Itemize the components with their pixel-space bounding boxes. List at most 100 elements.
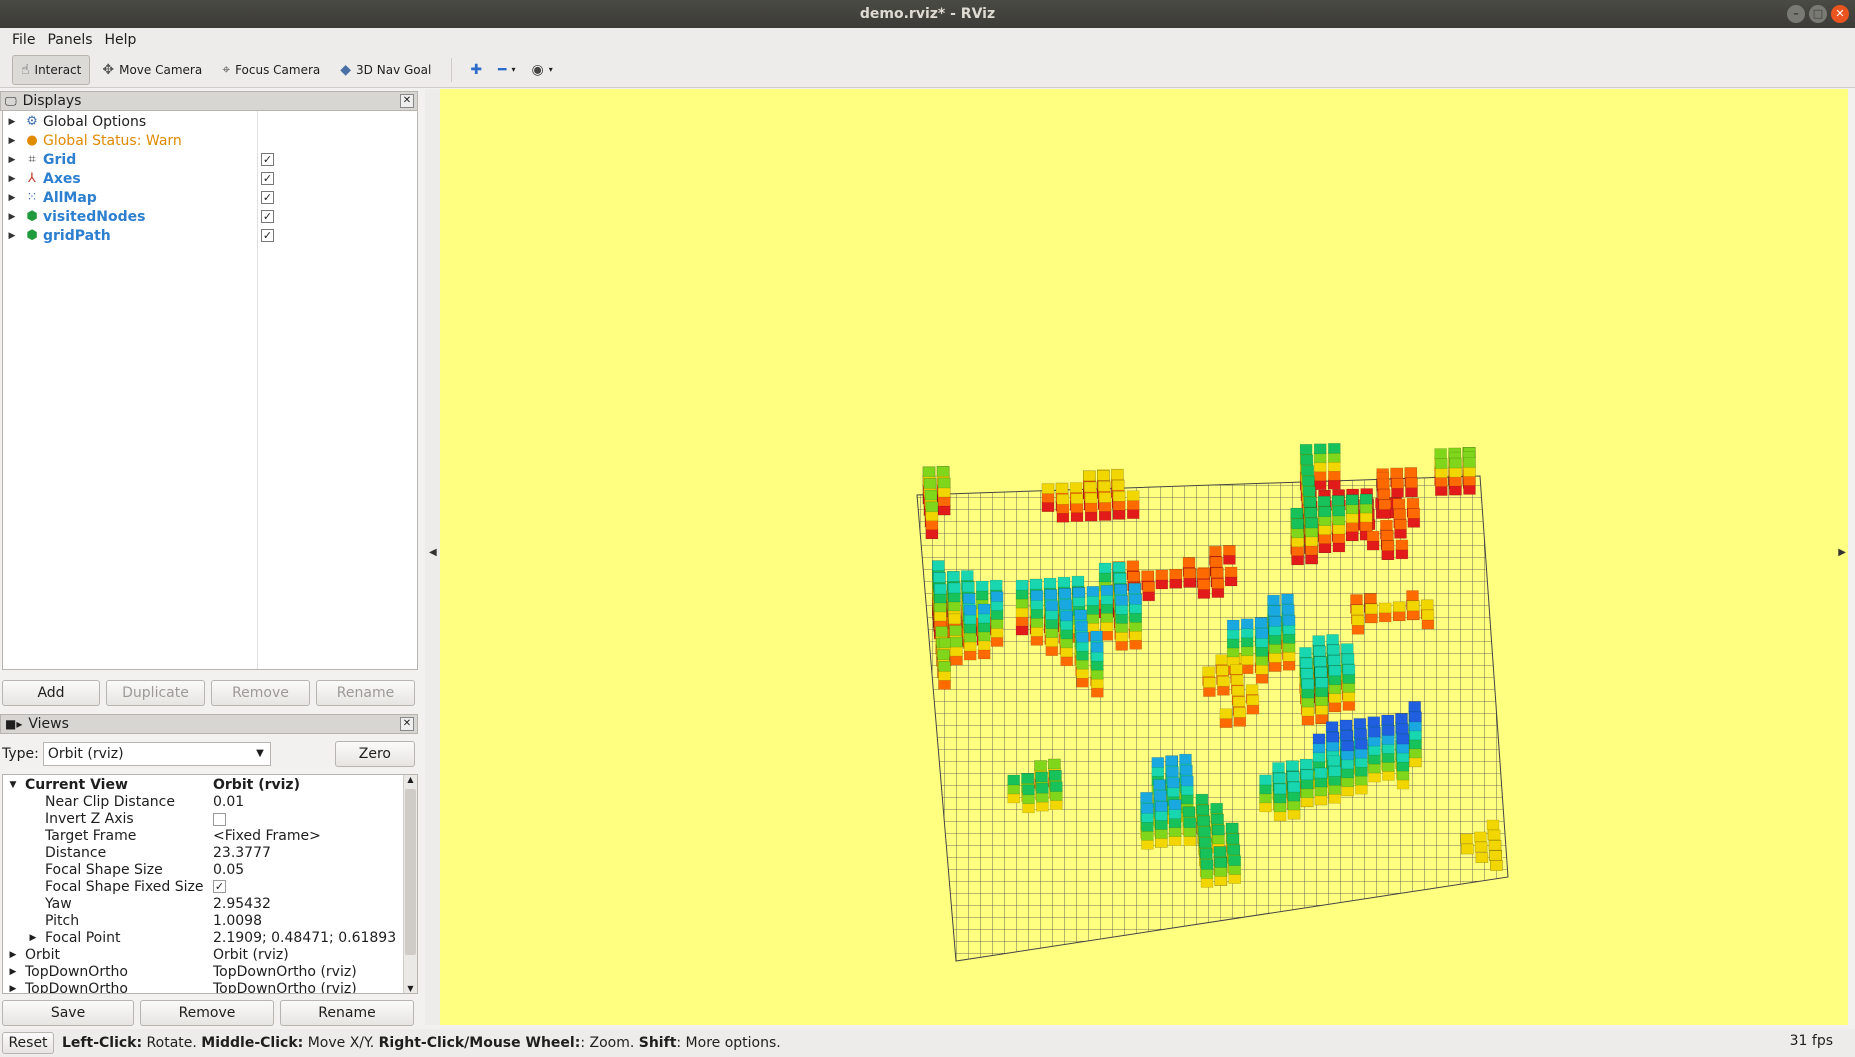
scroll-down-icon[interactable]: ▼ <box>404 984 417 993</box>
reset-button[interactable]: Reset <box>2 1032 54 1054</box>
invert-z-checkbox[interactable] <box>213 813 226 826</box>
voxel <box>1302 475 1315 487</box>
prop-row-yaw[interactable]: Yaw 2.95432 <box>3 895 403 912</box>
display-item-axes[interactable]: ▶ ⅄ Axes <box>3 169 419 188</box>
voxel <box>1421 618 1435 630</box>
add-display-button[interactable]: Add <box>2 680 100 706</box>
expand-arrow-icon[interactable]: ▶ <box>3 155 21 165</box>
collapse-arrow-icon[interactable]: ▼ <box>3 780 23 790</box>
voxel <box>925 528 939 540</box>
prop-row-distance[interactable]: Distance 23.3777 <box>3 844 403 861</box>
voxel <box>1129 611 1143 623</box>
menu-panels[interactable]: Panels <box>41 32 98 48</box>
voxel <box>1328 774 1342 786</box>
expand-arrow-icon[interactable]: ▶ <box>23 933 43 943</box>
grid-path-enabled-checkbox[interactable]: ✓ <box>261 229 274 242</box>
zero-view-button[interactable]: Zero <box>334 741 415 767</box>
scroll-up-icon[interactable]: ▲ <box>404 775 417 784</box>
prop-row-focal-point[interactable]: ▶ Focal Point 2.1909; 0.48471; 0.61893 <box>3 929 403 946</box>
prop-row-current-view[interactable]: ▼ Current View Orbit (rviz) <box>3 776 403 793</box>
voxel <box>1332 541 1346 553</box>
prop-row-target-frame[interactable]: Target Frame <Fixed Frame> <box>3 827 403 844</box>
voxel <box>963 640 977 652</box>
interact-tool-button[interactable]: ☝ Interact <box>12 54 91 85</box>
voxel <box>1300 796 1314 808</box>
display-item-grid-path[interactable]: ▶ ⬢ gridPath <box>3 226 419 245</box>
close-icon[interactable]: ✕ <box>1831 5 1849 23</box>
voxel <box>1315 704 1329 716</box>
add-tool-button[interactable]: ✚ <box>464 55 488 85</box>
prop-row-near-clip[interactable]: Near Clip Distance 0.01 <box>3 793 403 810</box>
display-item-visited-nodes[interactable]: ▶ ⬢ visitedNodes <box>3 207 419 226</box>
voxel <box>1096 469 1110 481</box>
camera-type-button[interactable]: ◉ ▾ <box>526 55 559 85</box>
prop-row-invert-z[interactable]: Invert Z Axis <box>3 810 403 827</box>
voxel <box>1216 665 1229 676</box>
expand-arrow-icon[interactable]: ▶ <box>3 193 21 203</box>
expand-arrow-icon[interactable]: ▶ <box>3 117 21 127</box>
voxel <box>1340 730 1354 741</box>
voxel <box>1355 756 1368 768</box>
allmap-enabled-checkbox[interactable]: ✓ <box>261 191 274 204</box>
duplicate-display-button[interactable]: Duplicate <box>106 680 205 706</box>
minimize-icon[interactable]: – <box>1787 5 1805 23</box>
voxel <box>1395 723 1409 735</box>
prop-row-focal-shape-size[interactable]: Focal Shape Size 0.05 <box>3 861 403 878</box>
focus-camera-tool-button[interactable]: ⌖ Focus Camera <box>214 55 328 85</box>
grid-enabled-checkbox[interactable]: ✓ <box>261 153 274 166</box>
voxel <box>1325 721 1339 732</box>
voxel <box>1228 873 1242 884</box>
display-item-grid[interactable]: ▶ ⌗ Grid <box>3 150 419 169</box>
3d-viewport[interactable]: ▶ <box>440 89 1848 1025</box>
voxel <box>1475 852 1489 863</box>
voxel <box>1086 603 1100 615</box>
nav-goal-tool-button[interactable]: ◆ 3D Nav Goal <box>332 55 439 85</box>
display-item-global-status[interactable]: ▶ ● Global Status: Warn <box>3 131 419 150</box>
expand-arrow-icon[interactable]: ▶ <box>3 984 23 994</box>
saved-view-orbit[interactable]: ▶ Orbit Orbit (rviz) <box>3 946 403 963</box>
expand-arrow-icon[interactable]: ▶ <box>3 136 21 146</box>
rename-view-button[interactable]: Rename <box>280 1000 414 1026</box>
menu-help[interactable]: Help <box>99 32 143 48</box>
close-panel-icon[interactable]: ✕ <box>400 717 414 731</box>
move-camera-tool-button[interactable]: ✥ Move Camera <box>94 55 210 85</box>
display-item-global-options[interactable]: ▶ ⚙ Global Options <box>3 112 419 131</box>
voxel <box>1339 719 1353 731</box>
expand-arrow-icon[interactable]: ▶ <box>3 950 23 960</box>
remove-display-button[interactable]: Remove <box>211 680 310 706</box>
collapse-right-icon[interactable]: ▶ <box>1838 547 1846 558</box>
close-panel-icon[interactable]: ✕ <box>400 94 414 108</box>
voxel <box>1231 685 1245 697</box>
saved-view-topdown-2[interactable]: ▶ TopDownOrtho TopDownOrtho (rviz) <box>3 980 403 994</box>
mouse-hint: Left-Click: Rotate. Middle-Click: Move X… <box>62 1035 781 1051</box>
scrollbar-thumb[interactable] <box>405 789 416 955</box>
expand-arrow-icon[interactable]: ▶ <box>3 174 21 184</box>
axes-enabled-checkbox[interactable]: ✓ <box>261 172 274 185</box>
voxel <box>1391 486 1404 498</box>
voxel <box>1392 610 1406 622</box>
expand-arrow-icon[interactable]: ▶ <box>3 212 21 222</box>
view-type-select[interactable]: Orbit (rviz) ▼ <box>42 742 271 766</box>
voxel <box>1489 850 1502 861</box>
collapse-left-icon[interactable]: ◀ <box>429 547 437 558</box>
saved-view-topdown-1[interactable]: ▶ TopDownOrtho TopDownOrtho (rviz) <box>3 963 403 980</box>
focal-shape-fixed-checkbox[interactable]: ✓ <box>213 880 226 893</box>
expand-arrow-icon[interactable]: ▶ <box>3 231 21 241</box>
remove-tool-button[interactable]: ━ ▾ <box>492 55 521 85</box>
save-view-button[interactable]: Save <box>2 1000 134 1026</box>
voxel <box>1368 771 1381 783</box>
visited-nodes-enabled-checkbox[interactable]: ✓ <box>261 210 274 223</box>
prop-row-focal-shape-fixed[interactable]: Focal Shape Fixed Size ✓ <box>3 878 403 895</box>
display-item-allmap[interactable]: ▶ ⁙ AllMap <box>3 188 419 207</box>
voxel <box>1351 623 1365 635</box>
menu-file[interactable]: File <box>6 32 41 48</box>
properties-scrollbar[interactable]: ▲ ▼ <box>403 775 417 993</box>
prop-row-pitch[interactable]: Pitch 1.0098 <box>3 912 403 929</box>
voxel <box>1341 767 1354 779</box>
remove-view-button[interactable]: Remove <box>140 1000 274 1026</box>
maximize-icon[interactable]: □ <box>1809 5 1827 23</box>
voxel <box>1449 457 1462 469</box>
expand-arrow-icon[interactable]: ▶ <box>3 967 23 977</box>
rename-display-button[interactable]: Rename <box>316 680 415 706</box>
viewport-splitter[interactable]: ◀ <box>425 89 440 1025</box>
